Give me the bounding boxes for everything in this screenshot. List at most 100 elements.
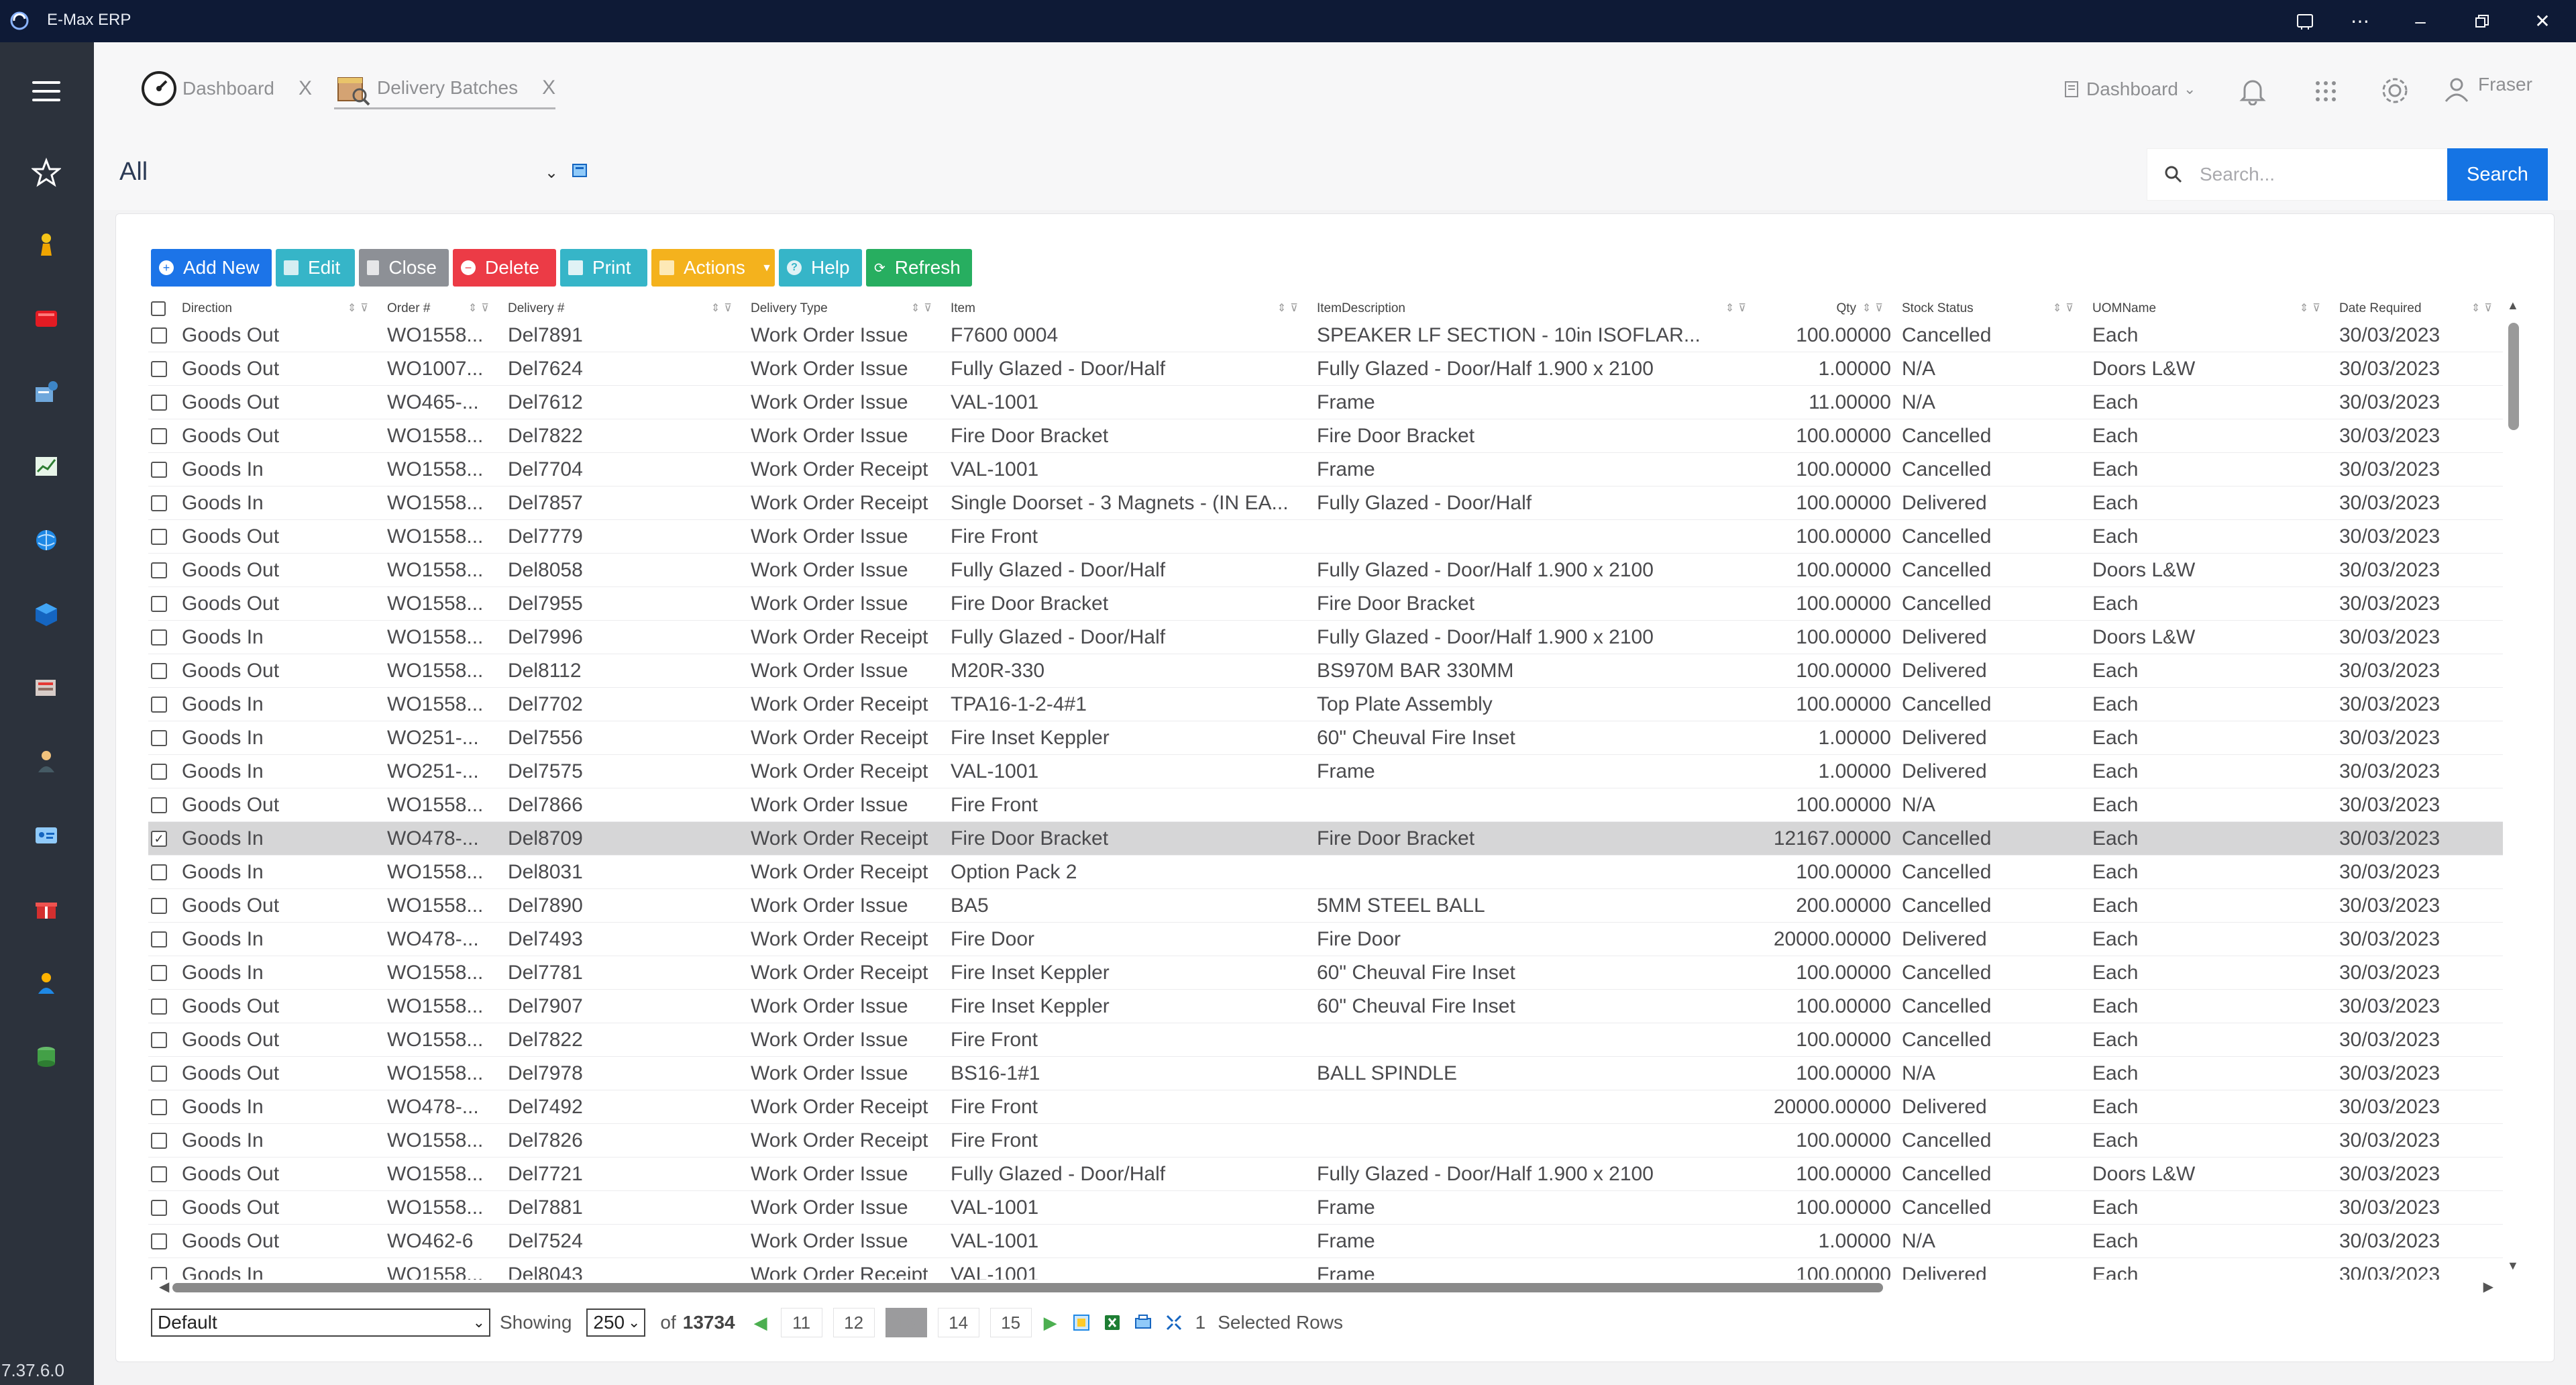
export-grid-icon[interactable] [1072, 1313, 1091, 1332]
row-checkbox[interactable] [151, 629, 167, 646]
sort-filter-icon[interactable]: ⇕⊽ [911, 301, 936, 315]
sort-filter-icon[interactable]: ⇕⊽ [711, 301, 736, 315]
table-row[interactable]: Goods Out WO462-6 Del7524 Work Order Issue V… [148, 1225, 2503, 1258]
column-header[interactable]: UOMName ⇕⊽ [2084, 299, 2331, 319]
table-row[interactable]: Goods In WO478-... Del7492 Work Order Recei… [148, 1090, 2503, 1124]
column-header[interactable]: Stock Status ⇕⊽ [1894, 299, 2084, 319]
row-checkbox[interactable] [151, 1065, 167, 1082]
table-row[interactable]: ✓ Goods In WO478-... Del8709 Work Order Rece… [148, 822, 2503, 856]
user-admin-icon[interactable] [32, 968, 61, 998]
row-checkbox[interactable] [151, 528, 167, 545]
row-checkbox[interactable] [151, 595, 167, 612]
production-icon[interactable] [32, 673, 61, 703]
globe-icon[interactable] [32, 525, 61, 555]
row-checkbox[interactable] [151, 327, 167, 344]
sort-filter-icon[interactable]: ⇕⊽ [2053, 301, 2078, 315]
sort-filter-icon[interactable]: ⇕⊽ [468, 301, 493, 315]
chess-pawn-icon[interactable] [32, 230, 61, 260]
table-row[interactable]: Goods Out WO1558... Del8058 Work Order Issu… [148, 554, 2503, 587]
row-checkbox[interactable] [151, 964, 167, 981]
table-row[interactable]: Goods In WO1558... Del8043 Work Order Recei… [148, 1258, 2503, 1280]
close-button[interactable]: Close [359, 249, 449, 287]
table-row[interactable]: Goods Out WO1558... Del7881 Work Order Issu… [148, 1191, 2503, 1225]
column-header[interactable]: Delivery Type ⇕⊽ [743, 299, 943, 319]
table-row[interactable]: Goods In WO1558... Del7704 Work Order Recei… [148, 453, 2503, 486]
table-row[interactable]: Goods Out WO1558... Del7955 Work Order Issu… [148, 587, 2503, 621]
help-button[interactable]: ? Help [779, 249, 862, 287]
add-new-button[interactable]: + Add New [151, 249, 272, 287]
notification-bell-icon[interactable] [2239, 76, 2266, 105]
dashboard-dropdown[interactable]: Dashboard ⌄ [2063, 69, 2196, 109]
sort-filter-icon[interactable]: ⇕⊽ [1862, 301, 1887, 315]
page-button[interactable]: 13 [885, 1308, 927, 1337]
column-header[interactable]: Qty ⇕⊽ [1757, 299, 1894, 319]
table-row[interactable]: Goods In WO1558... Del7857 Work Order Recei… [148, 486, 2503, 520]
row-checkbox[interactable] [151, 662, 167, 679]
menu-toggle-icon[interactable] [32, 81, 60, 101]
horizontal-scroll-thumb[interactable] [172, 1283, 1883, 1292]
table-row[interactable]: Goods Out WO465-... Del7612 Work Order Issu… [148, 386, 2503, 419]
sort-filter-icon[interactable]: ⇕⊽ [347, 301, 372, 315]
restore-button[interactable] [2455, 0, 2509, 42]
apps-grid-icon[interactable] [2314, 80, 2337, 103]
collapse-icon[interactable] [1165, 1313, 1183, 1332]
page-button[interactable]: 11 [780, 1308, 822, 1337]
sort-filter-icon[interactable]: ⇕⊽ [2471, 301, 2496, 315]
table-row[interactable]: Goods In WO478-... Del7493 Work Order Recei… [148, 923, 2503, 956]
settings-gear-icon[interactable] [2379, 74, 2411, 107]
table-row[interactable]: Goods In WO1558... Del7781 Work Order Recei… [148, 956, 2503, 990]
row-checkbox[interactable] [151, 931, 167, 947]
chevron-down-icon[interactable]: ⌄ [545, 163, 558, 183]
row-checkbox[interactable] [151, 696, 167, 713]
search-input[interactable] [2200, 164, 2441, 185]
column-header[interactable]: ItemDescription ⇕⊽ [1309, 299, 1757, 319]
sort-filter-icon[interactable]: ⇕⊽ [1277, 301, 1302, 315]
table-row[interactable]: Goods Out WO1558... Del7822 Work Order Issu… [148, 1023, 2503, 1057]
page-size-select[interactable]: 250 ⌄ [586, 1309, 646, 1337]
horizontal-scrollbar[interactable]: ◀ ▶ [159, 1280, 2493, 1296]
row-checkbox[interactable] [151, 1098, 167, 1115]
prev-page-icon[interactable]: ◀ [754, 1313, 767, 1333]
scroll-down-icon[interactable]: ▼ [2507, 1259, 2519, 1273]
column-header[interactable]: Direction ⇕⊽ [174, 299, 379, 319]
filter-settings-icon[interactable] [570, 160, 590, 181]
tab-delivery-batches[interactable]: Delivery Batches X [334, 68, 556, 109]
row-checkbox[interactable] [151, 1031, 167, 1048]
page-button[interactable]: 12 [833, 1308, 875, 1337]
layout-select[interactable]: Default ⌄ [151, 1309, 490, 1337]
close-window-button[interactable]: ✕ [2516, 0, 2569, 42]
table-row[interactable]: Goods In WO251-... Del7556 Work Order Recei… [148, 721, 2503, 755]
vertical-scrollbar[interactable]: ▲ ▼ [2506, 299, 2522, 1273]
reports-chart-icon[interactable] [32, 452, 61, 481]
column-header[interactable]: Delivery # ⇕⊽ [500, 299, 743, 319]
minimize-button[interactable]: – [2394, 0, 2447, 42]
row-checkbox[interactable] [151, 562, 167, 578]
table-row[interactable]: Goods Out WO1558... Del7721 Work Order Issu… [148, 1158, 2503, 1191]
screen-cast-icon[interactable] [2278, 0, 2332, 42]
favorites-star-icon[interactable] [32, 158, 61, 187]
sort-filter-icon[interactable]: ⇕⊽ [2300, 301, 2324, 315]
scroll-left-icon[interactable]: ◀ [159, 1278, 169, 1295]
purchasing-icon[interactable] [32, 378, 61, 407]
refresh-button[interactable]: ⟳ Refresh [866, 249, 972, 287]
row-checkbox[interactable] [151, 864, 167, 880]
page-button[interactable]: 14 [937, 1308, 979, 1337]
row-checkbox[interactable] [151, 998, 167, 1015]
page-button[interactable]: 15 [989, 1308, 1032, 1337]
table-row[interactable]: Goods In WO1558... Del7702 Work Order Recei… [148, 688, 2503, 721]
table-row[interactable]: Goods Out WO1007... Del7624 Work Order Issu… [148, 352, 2503, 386]
table-row[interactable]: Goods Out WO1558... Del7890 Work Order Issu… [148, 889, 2503, 923]
inventory-box-icon[interactable] [32, 599, 61, 629]
row-checkbox[interactable] [151, 427, 167, 444]
more-options-icon[interactable]: ⋯ [2333, 0, 2387, 42]
employee-icon[interactable] [32, 747, 61, 776]
row-checkbox[interactable] [151, 495, 167, 511]
sort-filter-icon[interactable]: ⇕⊽ [1725, 301, 1750, 315]
actions-dropdown-button[interactable]: Actions ▼ [651, 249, 775, 287]
column-header[interactable]: Order # ⇕⊽ [379, 299, 500, 319]
row-checkbox[interactable] [151, 763, 167, 780]
edit-button[interactable]: Edit [276, 249, 355, 287]
table-row[interactable]: Goods Out WO1558... Del7866 Work Order Issu… [148, 788, 2503, 822]
row-checkbox[interactable] [151, 1233, 167, 1249]
row-checkbox[interactable] [151, 461, 167, 478]
